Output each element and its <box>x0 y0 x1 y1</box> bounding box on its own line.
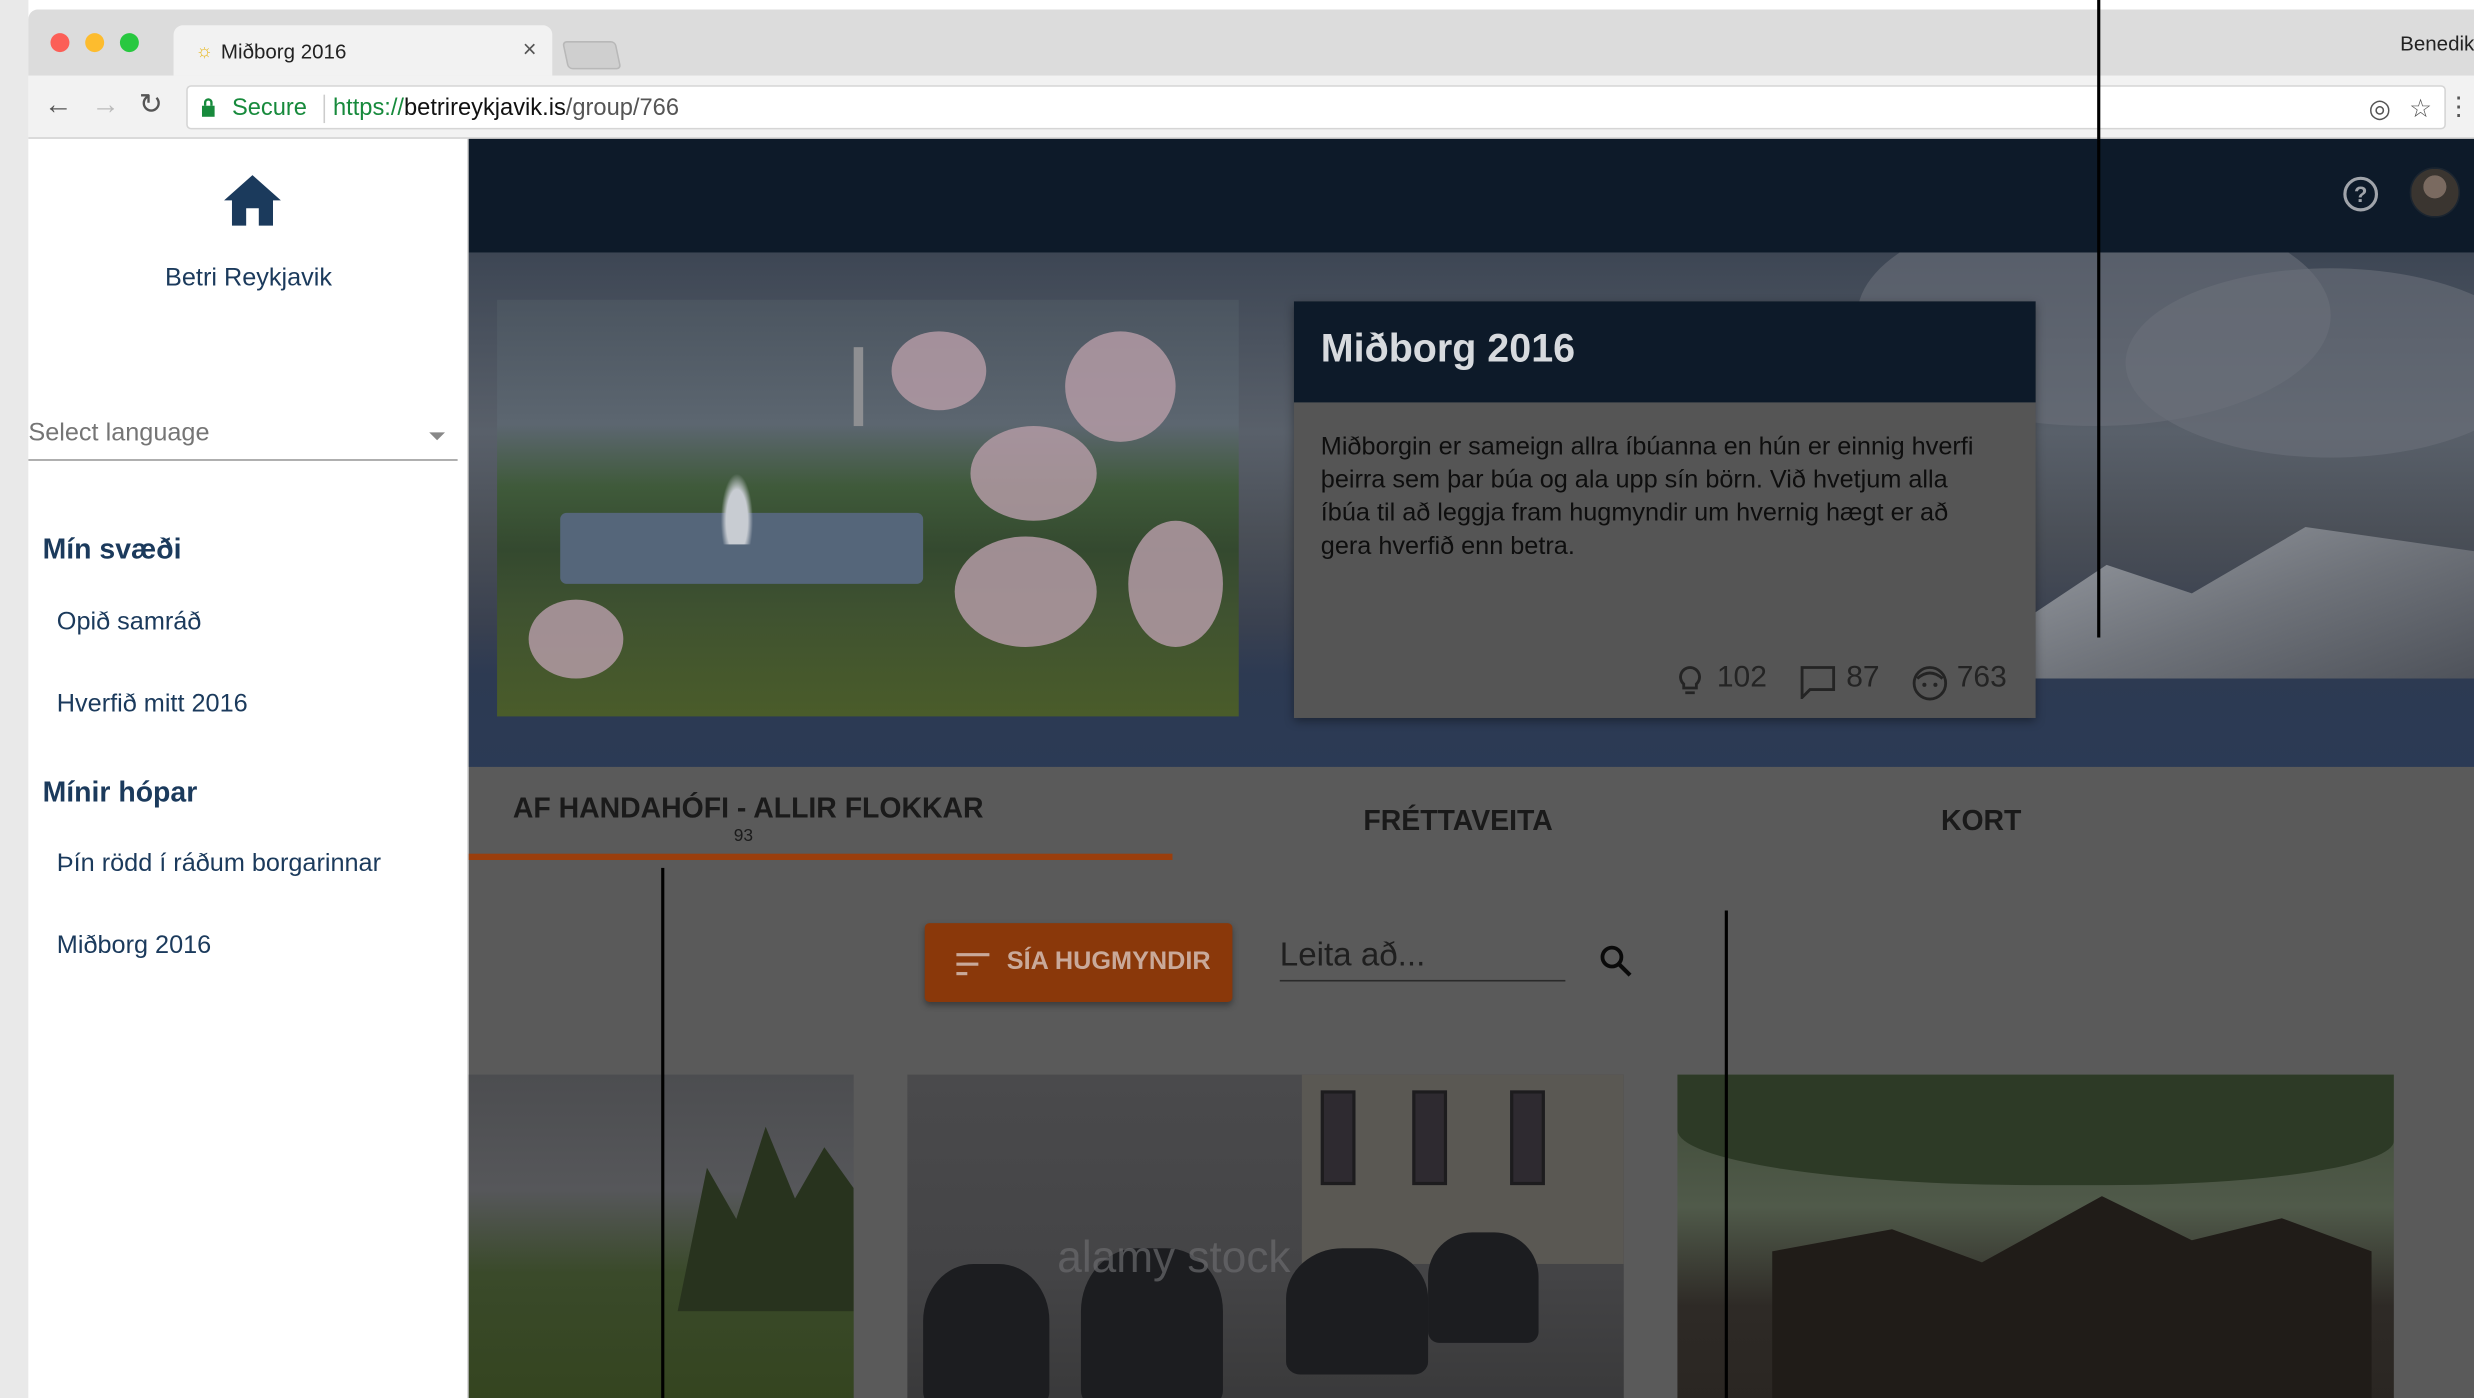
filter-list-icon <box>956 953 990 976</box>
zoom-window-button[interactable] <box>119 33 139 53</box>
overlay-line <box>661 867 665 1398</box>
url-protocol: https:// <box>332 94 405 122</box>
fountain <box>717 465 756 545</box>
active-tab-indicator <box>468 853 1173 861</box>
poster <box>1412 1090 1448 1186</box>
back-arrow-icon[interactable]: ← <box>44 88 72 121</box>
close-window-button[interactable] <box>50 33 70 53</box>
blossom <box>970 426 1097 521</box>
pram <box>1286 1248 1429 1375</box>
sidebar: Betri Reykjavik Select language Mín svæð… <box>28 138 469 1398</box>
group-header: Miðborg 2016 Miðborgin er sameign allra … <box>468 252 2474 767</box>
idea-card[interactable]: alamy stock <box>907 1074 1624 1398</box>
face-icon <box>1912 666 1948 701</box>
search-field <box>1279 934 1566 982</box>
browser-tab-strip: ☼ Miðborg 2016 × Benedik <box>28 9 2474 76</box>
section-heading-minir-hopar: Mínir hópar <box>42 776 198 808</box>
url-host: betrireykjavik.is <box>404 94 566 122</box>
dropdown-caret-icon <box>429 432 445 441</box>
language-select-placeholder: Select language <box>28 419 210 447</box>
minimize-window-button[interactable] <box>85 33 105 53</box>
group-info-header: Miðborg 2016 <box>1293 301 2036 403</box>
group-info-card: Miðborg 2016 Miðborgin er sameign allra … <box>1293 301 2036 718</box>
overlay-line <box>2097 0 2101 638</box>
desktop-background <box>0 0 29 1398</box>
blossom <box>1065 331 1176 442</box>
browser-tab-active[interactable]: ☼ Miðborg 2016 × <box>173 25 553 76</box>
blossom <box>1128 520 1223 647</box>
new-tab-button[interactable] <box>561 41 622 70</box>
user-avatar[interactable] <box>2409 167 2461 218</box>
idea-card[interactable] <box>1677 1074 2394 1398</box>
users-count: 763 <box>1956 661 2007 695</box>
comment-icon <box>1800 666 1836 700</box>
filter-ideas-label: SÍA HUGMYNDIR <box>1006 948 1211 976</box>
sidebar-item-midborg-2016[interactable]: Miðborg 2016 <box>57 933 211 961</box>
card-image-trees <box>677 1126 854 1312</box>
card-image-playground <box>1772 1196 2372 1398</box>
app-top-bar: ? <box>468 138 2474 253</box>
profile-name[interactable]: Benedik <box>2400 32 2474 56</box>
url-path: /group/766 <box>565 94 680 122</box>
ideas-count: 102 <box>1716 661 1767 695</box>
address-separator <box>323 94 326 124</box>
main-content: ? Miðborg 2016 Miðborgin er sameign allr… <box>468 138 2474 1398</box>
group-description: Miðborgin er sameign allra íbúanna en hú… <box>1320 433 1974 561</box>
group-tabs: AF HANDAHÓFI - ALLIR FLOKKAR 93 FRÉTTAVE… <box>468 767 2474 865</box>
blossom <box>528 599 624 679</box>
group-title: Miðborg 2016 <box>1320 326 1576 371</box>
tab-title: Miðborg 2016 <box>220 39 347 64</box>
tab-ideas-count: 93 <box>733 826 754 846</box>
close-tab-icon[interactable]: × <box>523 36 537 63</box>
sidebar-item-hverfid-mitt-2016[interactable]: Hverfið mitt 2016 <box>57 691 248 719</box>
home-icon[interactable] <box>222 174 282 228</box>
browser-menu-icon[interactable]: ⋮ <box>2446 92 2471 124</box>
brand-name[interactable]: Betri Reykjavik <box>28 265 468 293</box>
search-input[interactable] <box>1279 934 1566 979</box>
lightbulb-icon <box>1679 666 1701 695</box>
location-target-icon[interactable]: ◎ <box>2369 93 2391 125</box>
browser-toolbar: ← → ↻ Secure https://betrireykjavik.is/g… <box>28 75 2474 139</box>
poster <box>1510 1090 1545 1186</box>
image-watermark: alamy stock <box>1057 1232 1291 1282</box>
screenshot-root: ☼ Miðborg 2016 × Benedik ← → ↻ Secure ht… <box>0 0 2474 1398</box>
language-select[interactable]: Select language <box>28 417 458 461</box>
secure-label: Secure <box>231 94 307 122</box>
favicon-icon: ☼ <box>195 39 214 62</box>
filter-ideas-button[interactable]: SÍA HUGMYNDIR <box>924 923 1233 1003</box>
address-bar[interactable]: Secure https://betrireykjavik.is/group/7… <box>186 85 2446 130</box>
section-heading-min-svaedi: Mín svæði <box>42 533 182 565</box>
lock-icon <box>201 98 215 117</box>
card-image-tree-canopy <box>1677 1074 2394 1186</box>
blossom <box>954 536 1097 647</box>
tab-news-feed[interactable]: FRÉTTAVEITA <box>1363 805 1552 838</box>
reload-icon[interactable]: ↻ <box>139 88 163 121</box>
poster <box>1320 1090 1356 1186</box>
bookmark-star-icon[interactable]: ☆ <box>2409 93 2432 125</box>
sidebar-item-opid-samrad[interactable]: Opið samráð <box>57 609 202 637</box>
sidebar-item-thin-rodd[interactable]: Þín rödd í ráðum borgarinnar <box>57 851 381 879</box>
help-icon[interactable]: ? <box>2343 176 2379 212</box>
group-cover-image <box>497 299 1239 717</box>
overlay-line <box>1724 910 1728 1398</box>
pram <box>923 1263 1050 1398</box>
pram <box>1428 1232 1539 1343</box>
forward-arrow-icon[interactable]: → <box>92 88 120 121</box>
tab-ideas[interactable]: AF HANDAHÓFI - ALLIR FLOKKAR <box>513 792 984 825</box>
search-icon[interactable] <box>1599 944 1634 979</box>
tab-map[interactable]: KORT <box>1941 805 2021 838</box>
comments-count: 87 <box>1846 661 1880 695</box>
url-text: https://betrireykjavik.is/group/766 <box>333 95 679 122</box>
church-spire <box>853 347 864 427</box>
blossom <box>891 331 987 411</box>
